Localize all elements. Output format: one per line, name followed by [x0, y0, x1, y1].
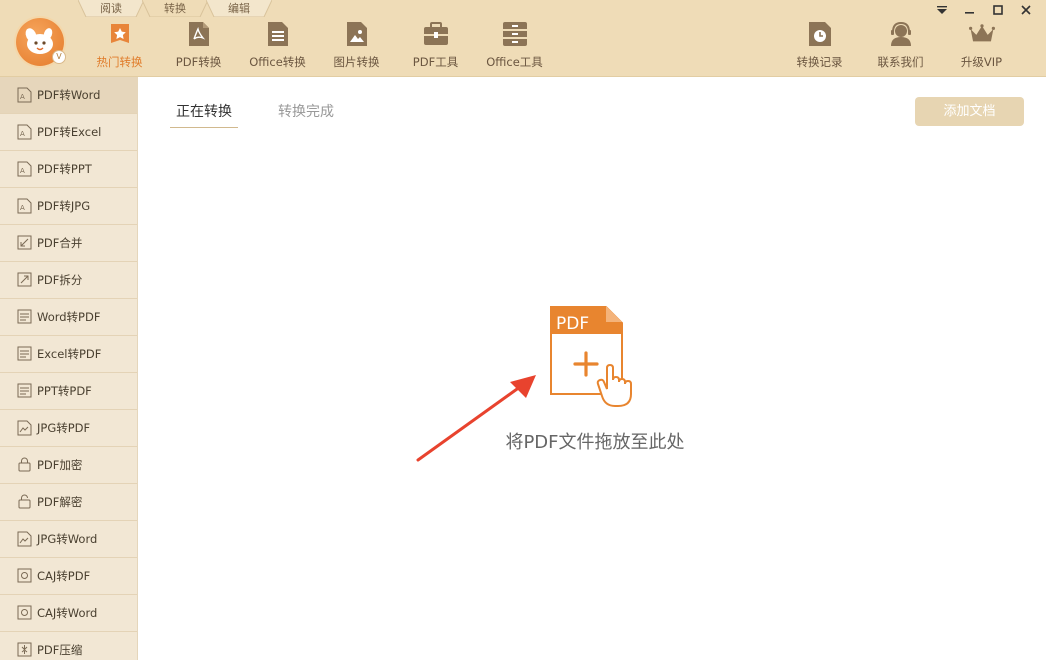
sidebar-item[interactable]: JPG转PDF: [0, 410, 137, 447]
sidebar-item-label: PDF转PPT: [37, 162, 92, 176]
app-logo: V: [16, 18, 66, 66]
history-icon: [807, 20, 833, 48]
pdf-drop-zone[interactable]: PDF: [540, 300, 650, 412]
pdf-convert-icon: [186, 20, 212, 48]
caj-to-word-icon: [16, 605, 32, 621]
mode-tabs: 阅读 转换 编辑: [78, 0, 272, 17]
pdf-to-ppt-icon: A: [16, 161, 32, 177]
nav-upgrade-vip[interactable]: 升级VIP: [941, 20, 1022, 74]
sidebar-item-label: PDF转JPG: [37, 199, 91, 213]
sidebar-item-label: PDF加密: [37, 458, 83, 472]
pdf-tools-icon: [423, 20, 449, 48]
jpg-to-word-icon: [16, 531, 32, 547]
pdf-to-word-icon: A: [16, 87, 32, 103]
office-tools-icon: [502, 20, 528, 48]
tab-completed[interactable]: 转换完成: [272, 100, 340, 128]
sidebar-item[interactable]: CAJ转PDF: [0, 558, 137, 595]
svg-text:A: A: [20, 204, 25, 212]
sidebar: A PDF转Word A PDF转Excel A PDF转PPT A PDF转JPG PDF合并…: [0, 77, 138, 660]
add-document-button[interactable]: 添加文档: [915, 97, 1024, 126]
sidebar-item[interactable]: PDF解密: [0, 484, 137, 521]
sidebar-item-label: PDF拆分: [37, 273, 83, 287]
sidebar-item[interactable]: Word转PDF: [0, 299, 137, 336]
excel-to-pdf-icon: [16, 346, 32, 362]
pdf-decrypt-icon: [16, 494, 32, 510]
sidebar-item[interactable]: Excel转PDF: [0, 336, 137, 373]
pdf-to-excel-icon: A: [16, 124, 32, 140]
nav-contact[interactable]: 联系我们: [860, 20, 941, 74]
nav-office-tools[interactable]: Office工具: [475, 20, 554, 74]
office-convert-icon: [265, 20, 291, 48]
sidebar-item[interactable]: JPG转Word: [0, 521, 137, 558]
nav-history[interactable]: 转换记录: [779, 20, 860, 74]
nav-pdf-tools[interactable]: PDF工具: [396, 20, 475, 74]
nav-image-convert[interactable]: 图片转换: [317, 20, 396, 74]
top-bar: 阅读 转换 编辑 V 热门转换 PDF转换 Office转换 图片转换 PDF工…: [0, 0, 1046, 77]
main-nav: 热门转换 PDF转换 Office转换 图片转换 PDF工具 Office工具: [80, 20, 554, 74]
jpg-to-pdf-icon: [16, 420, 32, 436]
crown-icon: [968, 20, 995, 48]
sidebar-item[interactable]: PDF合并: [0, 225, 137, 262]
window-controls: [928, 2, 1040, 18]
sidebar-item-label: PDF转Word: [37, 88, 101, 102]
sidebar-item-label: CAJ转PDF: [37, 569, 91, 583]
image-convert-icon: [344, 20, 370, 48]
pdf-add-file-icon: PDF: [550, 306, 632, 407]
sidebar-item-label: PPT转PDF: [37, 384, 92, 398]
sidebar-item-label: JPG转PDF: [37, 421, 91, 435]
close-icon[interactable]: [1012, 2, 1040, 18]
mode-tab-read[interactable]: 阅读: [78, 0, 144, 17]
sidebar-item[interactable]: A PDF转JPG: [0, 188, 137, 225]
hot-convert-icon: [107, 20, 133, 48]
nav-hot-convert[interactable]: 热门转换: [80, 20, 159, 74]
sidebar-item-label: Word转PDF: [37, 310, 101, 324]
sidebar-item[interactable]: PDF加密: [0, 447, 137, 484]
minimize-icon[interactable]: [956, 2, 984, 18]
sidebar-item-label: PDF解密: [37, 495, 83, 509]
tab-converting[interactable]: 正在转换: [170, 100, 238, 128]
pdf-split-icon: [16, 272, 32, 288]
mode-tab-convert[interactable]: 转换: [142, 0, 208, 17]
sidebar-item[interactable]: A PDF转Excel: [0, 114, 137, 151]
sidebar-item-label: PDF合并: [37, 236, 83, 250]
caj-to-pdf-icon: [16, 568, 32, 584]
pdf-to-jpg-icon: A: [16, 198, 32, 214]
sidebar-item[interactable]: CAJ转Word: [0, 595, 137, 632]
sidebar-item[interactable]: A PDF转Word: [0, 77, 137, 114]
sidebar-item-label: JPG转Word: [37, 532, 98, 546]
vip-badge-icon: V: [52, 50, 66, 64]
sidebar-item[interactable]: A PDF转PPT: [0, 151, 137, 188]
mode-tab-edit[interactable]: 编辑: [206, 0, 272, 17]
pdf-compress-icon: [16, 642, 32, 658]
svg-text:A: A: [20, 93, 25, 101]
sidebar-item-label: PDF转Excel: [37, 125, 102, 139]
drop-zone-text: 将PDF文件拖放至此处: [505, 432, 685, 453]
sidebar-item-label: CAJ转Word: [37, 606, 98, 620]
sidebar-item[interactable]: PDF拆分: [0, 262, 137, 299]
pdf-badge: PDF: [556, 314, 589, 334]
svg-text:A: A: [20, 130, 25, 138]
menu-dropdown-icon[interactable]: [928, 2, 956, 18]
svg-text:A: A: [20, 167, 25, 175]
right-nav: 转换记录 联系我们 升级VIP: [779, 20, 1022, 74]
sidebar-item-label: PDF压缩: [37, 643, 83, 657]
support-icon: [888, 20, 914, 48]
sidebar-item[interactable]: PPT转PDF: [0, 373, 137, 410]
word-to-pdf-icon: [16, 309, 32, 325]
nav-pdf-convert[interactable]: PDF转换: [159, 20, 238, 74]
sidebar-item-label: Excel转PDF: [37, 347, 102, 361]
nav-office-convert[interactable]: Office转换: [238, 20, 317, 74]
pdf-merge-icon: [16, 235, 32, 251]
maximize-icon[interactable]: [984, 2, 1012, 18]
sidebar-item[interactable]: PDF压缩: [0, 632, 137, 660]
subtabs: 正在转换 转换完成: [170, 100, 374, 128]
ppt-to-pdf-icon: [16, 383, 32, 399]
pdf-encrypt-icon: [16, 457, 32, 473]
